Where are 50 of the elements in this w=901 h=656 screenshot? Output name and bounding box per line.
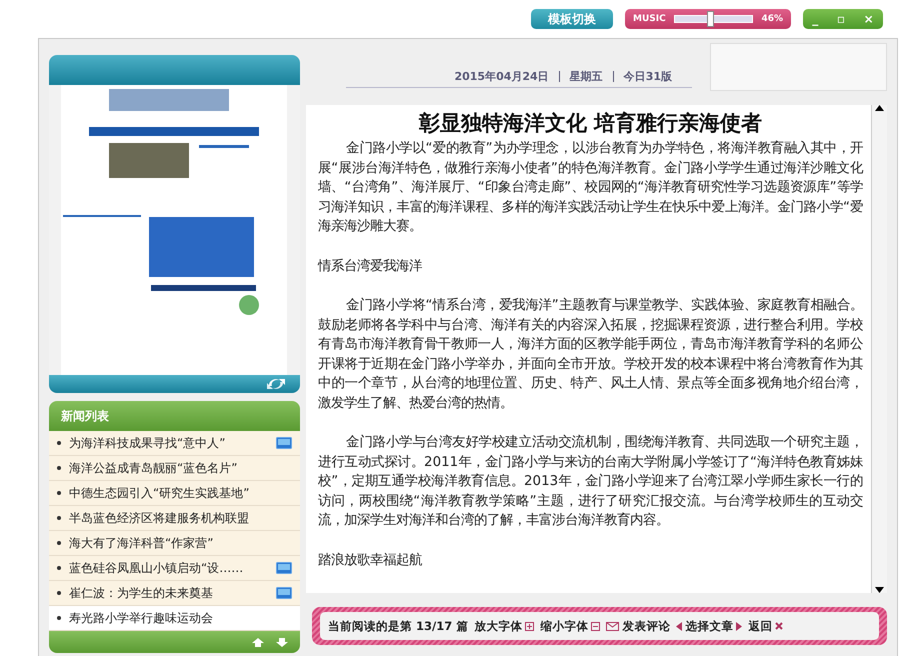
bullet-icon [57, 616, 61, 620]
refresh-icon[interactable] [266, 377, 286, 391]
reading-position: 当前阅读的是第 13/17 篇 [328, 618, 468, 634]
news-item[interactable]: 海洋公益成青岛靓丽“蓝色名片” [49, 456, 300, 481]
scrollbar[interactable] [871, 105, 887, 593]
shrink-font-link[interactable]: 缩小字体 [540, 618, 600, 634]
bullet-icon [57, 441, 61, 445]
comment-link[interactable]: 发表评论 [606, 618, 670, 634]
news-item[interactable]: 半岛蓝色经济区将建服务机构联盟 [49, 506, 300, 531]
monitor-icon [276, 437, 292, 449]
monitor-icon [276, 587, 292, 599]
article-subheading: 踏浪放歌幸福起航 [318, 552, 423, 570]
article-subheading: 情系台湾爱我海洋 [318, 258, 423, 276]
news-item[interactable]: 海大有了海洋科普“作家营” [49, 531, 300, 556]
page-count: 今日31版 [624, 68, 672, 84]
bullet-icon [57, 466, 61, 470]
article-paragraph: 金门路小学以“爱的教育”为办学理念，以涉台教育为办学特色，将海洋教育融入其中，开展“展涉台海洋特色，做雅行亲海小使者”的特色海洋教育。金门路小学学生通过海洋沙雕文化墙、“台湾角”、海洋展厅、“印象台湾走廊”、校园网的“海洋教育研究性学习选题资源库”等学习海洋知识，丰富的海洋课程、多样的海洋实践活动让学生在快乐中爱上海洋。金门路小学“爱海亲海沙雕大赛。 [318, 140, 863, 236]
bullet-icon [57, 516, 61, 520]
next-icon [736, 622, 742, 630]
enlarge-font-link[interactable]: 放大字体 [474, 618, 534, 634]
monitor-icon [276, 562, 292, 574]
article-paragraph: 金门路小学与台湾友好学校建立活动交流机制，围绕海洋教育、共同选取一个研究主题，进行互动式探讨。2011年，金门路小学与来访的台南大学附属小学签订了“海洋特色教育姊妹校”，定期互通学校海洋教育信息。2013年，金门路小学迎来了台湾江翠小学师生家长一行的访问，两校围绕“海洋教育教学策略”主题，进行了研究汇报交流。与台湾学校师生的互动交流，加深学生对海洋和台湾的了解，丰富涉台海洋教育内容。 [318, 434, 863, 530]
down-arrow-icon[interactable] [276, 638, 288, 646]
scroll-up-icon[interactable] [875, 105, 884, 111]
news-item[interactable]: 寿光路小学举行趣味运动会 [49, 606, 300, 631]
bullet-icon [57, 566, 61, 570]
bullet-icon [57, 591, 61, 595]
article-paragraph: 金门路小学将“情系台湾，爱我海洋”主题教育与课堂教学、实践体验、家庭教育相融合。鼓励老师将各学科中与台湾、海洋有关的内容深入拓展，挖掘课程资源，进行整合利用。学校有青岛市海洋教育骨干教师一人，海洋方面的区教学能手两位，青岛市海洋教育学科的名师公开课将于近期在金门路小学举办，并面向全市开放。学校开发的校本课程中将台湾教育作为其中的一个章节，从台湾的地理位置、历史、特产、风土人情、景点等全面多视角地介绍台湾，激发学生了解、热爱台湾的热情。 [318, 296, 863, 412]
back-link[interactable]: 返回 [748, 618, 784, 634]
envelope-icon [606, 622, 620, 630]
close-icon [775, 622, 784, 630]
select-article-link[interactable]: 选择文章 [676, 618, 742, 634]
scroll-down-icon[interactable] [875, 587, 884, 593]
news-item[interactable]: 中德生态园引入“研究生实践基地” [49, 481, 300, 506]
news-item[interactable]: 为海洋科技成果寻找“意中人” [49, 431, 300, 456]
news-list-title: 新闻列表 [61, 408, 109, 424]
weekday: 星期五 [570, 68, 603, 84]
volume-reading: 46% [761, 14, 783, 24]
previous-icon [676, 622, 682, 630]
minus-box-icon [591, 622, 600, 630]
music-label: MUSIC [633, 14, 666, 24]
issue-date: 2015年04月24日 [454, 68, 549, 84]
news-item[interactable]: 崔仁波：为学生的未来奠基 [49, 581, 300, 606]
article-title: 彰显独特海洋文化 培育雅行亲海使者 [418, 110, 764, 137]
bullet-icon [57, 491, 61, 495]
up-arrow-icon[interactable] [252, 638, 264, 646]
news-item[interactable]: 蓝色硅谷凤凰山小镇启动“设…… [49, 556, 300, 581]
plus-box-icon [525, 622, 534, 630]
bullet-icon [57, 541, 61, 545]
slider-thumb[interactable] [707, 11, 714, 27]
